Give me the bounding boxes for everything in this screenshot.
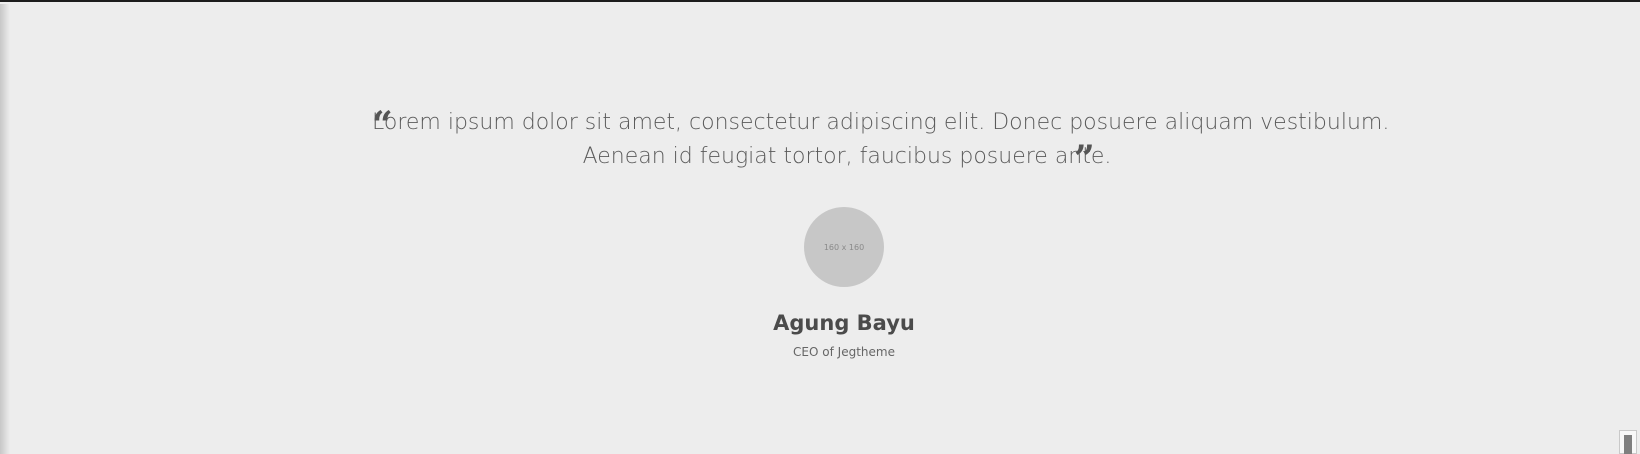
person-name: Agung Bayu <box>773 311 915 335</box>
testimonial-page: “ Lorem ipsum dolor sit amet, consectetu… <box>0 0 1640 454</box>
avatar-placeholder-label: 160 x 160 <box>823 242 865 252</box>
person-role: CEO of Jegtheme <box>793 345 895 359</box>
testimonial-section: “ Lorem ipsum dolor sit amet, consectetu… <box>0 2 1640 454</box>
avatar: 160 x 160 <box>804 207 884 287</box>
quote-line-2: Aenean id feugiat tortor, faucibus posue… <box>582 144 1112 169</box>
scroll-handle-icon[interactable] <box>1619 430 1637 454</box>
testimonial-quote: Lorem ipsum dolor sit amet, consectetur … <box>372 106 1390 174</box>
quote-line-1: Lorem ipsum dolor sit amet, consectetur … <box>372 110 1390 135</box>
quote-close-icon: ” <box>1074 138 1095 180</box>
scroll-handle-thumb[interactable] <box>1624 435 1632 454</box>
